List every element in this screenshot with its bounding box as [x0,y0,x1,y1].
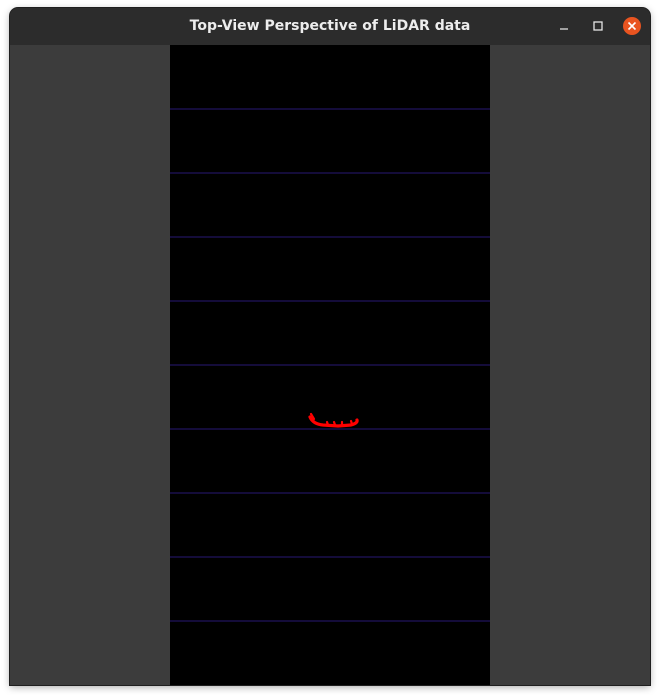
minimize-button[interactable] [554,16,574,36]
distance-grid [170,108,490,622]
image-display-area [10,45,650,685]
maximize-button[interactable] [588,16,608,36]
app-window: Top-View Perspective of LiDAR data [10,8,650,685]
close-button[interactable] [622,16,642,36]
title-bar[interactable]: Top-View Perspective of LiDAR data [10,8,650,46]
point-cloud [308,412,359,428]
maximize-icon [593,21,603,31]
lidar-canvas [170,108,490,622]
close-icon [623,17,641,35]
minimize-icon [560,28,568,30]
lidar-top-view [170,45,490,685]
